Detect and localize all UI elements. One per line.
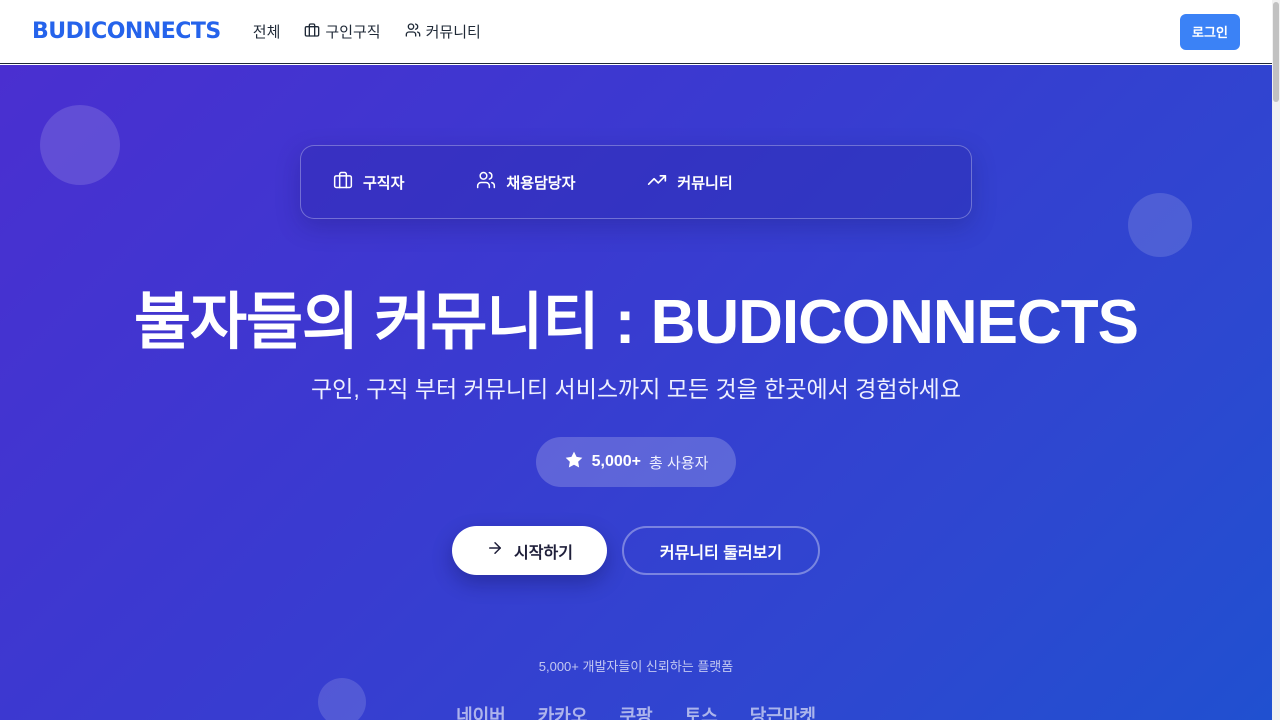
star-icon	[564, 450, 584, 475]
explore-community-button[interactable]: 커뮤니티 둘러보기	[622, 526, 820, 575]
users-icon	[476, 170, 496, 194]
decorative-circle	[1128, 193, 1192, 257]
partner-logo: 쿠팡	[619, 706, 653, 720]
users-icon	[405, 22, 421, 42]
arrow-right-icon	[486, 539, 504, 562]
hero-section: 구직자 채용담당자 커뮤니티 불자들의 커뮤니티 : BUDICONNECTS …	[0, 65, 1272, 720]
tab-label: 채용담당자	[506, 174, 576, 192]
user-count-label: 총 사용자	[649, 454, 709, 472]
nav-item-label: 구인구직	[325, 24, 381, 41]
partner-logo: 카카오	[537, 706, 588, 720]
tab-label: 커뮤니티	[677, 174, 733, 192]
top-navbar: BUDICONNECTS 전체 구인구직 커뮤니티 로그인	[0, 0, 1272, 64]
tab-recruiter[interactable]: 채용담당자	[476, 170, 575, 194]
partner-logo: 토스	[684, 706, 718, 720]
nav-item-jobs[interactable]: 구인구직	[304, 21, 381, 42]
nav-item-community[interactable]: 커뮤니티	[405, 21, 481, 42]
partner-logos: 네이버 카카오 쿠팡 토스 당근마켓	[0, 702, 1272, 720]
user-count-badge: 5,000+ 총 사용자	[536, 437, 736, 487]
decorative-circle	[40, 105, 120, 185]
logo[interactable]: BUDICONNECTS	[32, 19, 221, 44]
user-count-value: 5,000+	[591, 453, 641, 470]
hero-subtitle: 구인, 구직 부터 커뮤니티 서비스까지 모든 것을 한곳에서 경험하세요	[311, 376, 961, 402]
start-button-label: 시작하기	[514, 544, 573, 562]
page-scrollbar[interactable]	[1272, 0, 1280, 720]
trust-text: 5,000+ 개발자들이 신뢰하는 플랫폼	[538, 659, 734, 674]
main-nav: 전체 구인구직 커뮤니티	[253, 21, 481, 42]
role-tabs: 구직자 채용담당자 커뮤니티	[300, 145, 972, 219]
login-button[interactable]: 로그인	[1180, 13, 1240, 50]
hero-title: 불자들의 커뮤니티 : BUDICONNECTS	[133, 288, 1139, 357]
nav-item-all[interactable]: 전체	[253, 21, 281, 42]
briefcase-icon	[304, 22, 320, 42]
trending-up-icon	[647, 170, 667, 194]
tab-job-seeker[interactable]: 구직자	[333, 170, 404, 194]
tab-community[interactable]: 커뮤니티	[647, 170, 733, 194]
partner-logo: 당근마켓	[749, 706, 816, 720]
nav-item-label: 전체	[252, 24, 281, 41]
start-button[interactable]: 시작하기	[452, 526, 607, 575]
briefcase-icon	[333, 170, 353, 194]
tab-label: 구직자	[363, 174, 405, 192]
nav-item-label: 커뮤니티	[425, 24, 481, 41]
scrollbar-thumb[interactable]	[1273, 2, 1279, 102]
partner-logo: 네이버	[456, 706, 506, 720]
